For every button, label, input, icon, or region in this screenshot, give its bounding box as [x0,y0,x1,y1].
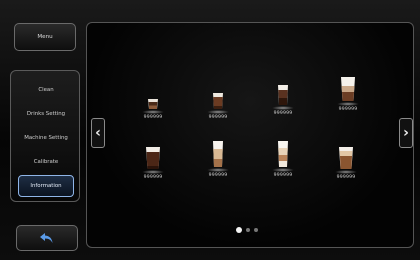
chevron-left-icon: ‹ [95,125,101,141]
drink-item[interactable]: 999999 [326,142,366,186]
back-arrow-icon [40,233,53,243]
page-indicator [236,226,258,234]
menu-button[interactable]: Menu [14,23,76,51]
latte-macchiato-glass-icon [278,141,288,167]
coffee-machine-screen: Menu Clean Drinks Setting Machine Settin… [0,0,420,260]
drink-label: 999999 [338,107,358,112]
page-dot-3[interactable] [254,228,258,232]
drink-label: 999999 [208,115,228,120]
drink-label: 999999 [208,173,228,178]
glass-reflection [337,102,359,106]
drink-label: 999999 [336,175,356,180]
espresso-cup-icon [148,99,158,109]
drink-label: 999999 [143,115,163,120]
drink-label: 999999 [143,175,163,180]
glass-reflection [272,168,294,172]
cappuccino-glass-icon [341,77,355,101]
drink-selection-panel [86,22,414,248]
drink-item[interactable]: 999999 [133,142,173,186]
drink-label: 999999 [273,173,293,178]
drink-item[interactable]: 999999 [263,140,303,184]
previous-page-button[interactable]: ‹ [91,118,105,148]
drink-item[interactable]: 999999 [328,74,368,118]
americano-glass-icon [146,147,160,169]
next-page-button[interactable]: › [399,118,413,148]
glass-reflection [142,170,164,174]
back-button[interactable] [16,225,78,251]
mocha-glass-icon [278,85,288,105]
glass-reflection [335,170,357,174]
coffee-cup-icon [213,93,223,109]
page-dot-1[interactable] [236,227,242,233]
drink-item[interactable]: 999999 [263,78,303,122]
page-dot-2[interactable] [246,228,250,232]
glass-reflection [272,106,294,110]
glass-reflection [142,110,164,114]
drink-item[interactable]: 999999 [198,82,238,126]
sidebar-item-calibrate[interactable]: Calibrate [18,151,74,173]
sidebar-item-machine-setting[interactable]: Machine Setting [18,127,74,149]
glass-reflection [207,168,229,172]
flat-white-glass-icon [339,147,353,169]
sidebar-item-information[interactable]: Information [18,175,74,197]
chevron-right-icon: › [403,125,409,141]
sidebar-item-drinks-setting[interactable]: Drinks Setting [18,103,74,125]
drink-label: 999999 [273,111,293,116]
sidebar-item-clean[interactable]: Clean [18,79,74,101]
drink-item[interactable]: 999999 [198,140,238,184]
drink-item[interactable]: 999999 [133,82,173,126]
latte-glass-icon [213,141,223,167]
settings-menu: Clean Drinks Setting Machine Setting Cal… [10,70,80,202]
glass-reflection [207,110,229,114]
